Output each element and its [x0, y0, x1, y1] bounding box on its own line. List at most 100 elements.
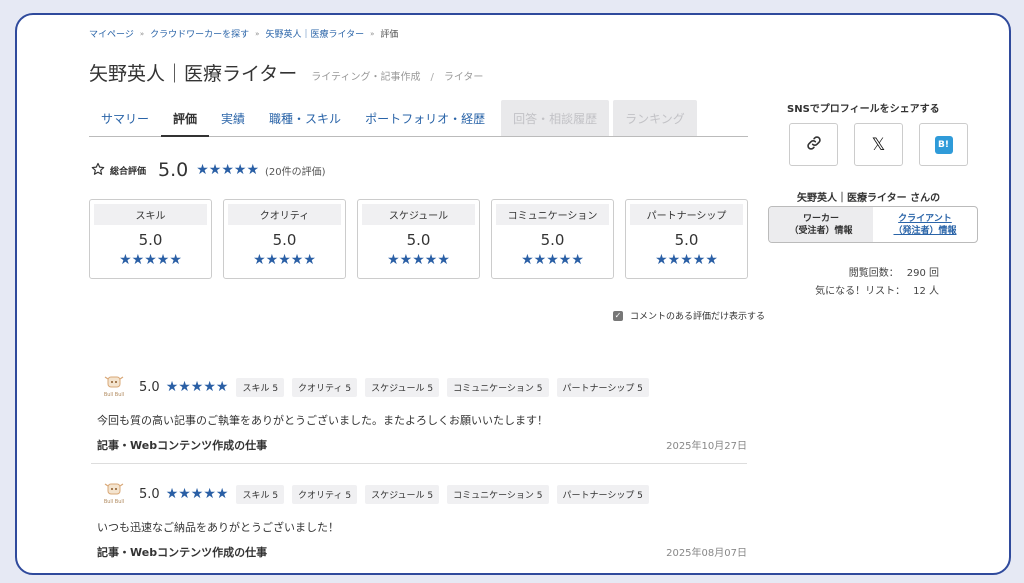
review-stars: ★★★★★: [165, 379, 229, 395]
rating-card-stars: ★★★★★: [253, 252, 316, 268]
overall-stars: ★★★★★: [196, 162, 259, 178]
tab-achievements[interactable]: 実績: [209, 110, 257, 136]
client-avatar[interactable]: Bull Bull: [101, 374, 127, 400]
review-badge-quality: クオリティ 5: [292, 377, 358, 397]
breadcrumb-current: 評価: [380, 30, 399, 40]
stat-value: 290 回: [906, 268, 939, 279]
review-header: Bull Bull 5.0 ★★★★★ スキル 5 クオリティ 5 スケジュール…: [89, 373, 747, 401]
svg-text:Bull Bull: Bull Bull: [104, 392, 124, 398]
review-stars: ★★★★★: [165, 486, 229, 502]
review-date: 2025年08月07日: [666, 548, 747, 559]
category-separator: /: [430, 72, 434, 83]
breadcrumb-separator: »: [139, 29, 145, 38]
review-comment: 今回も質の高い記事のご執筆をありがとうございました。またよろしくお願いいたします…: [97, 414, 548, 427]
bull-mascot-icon: Bull Bull: [104, 483, 124, 505]
review-comment: いつも迅速なご納品をありがとうございました！: [97, 521, 339, 534]
review-job-title: 記事・Webコンテンツ作成の仕事: [97, 546, 268, 559]
bull-mascot-icon: Bull Bull: [104, 376, 124, 398]
checkbox-check-icon[interactable]: ✓: [612, 310, 623, 321]
review-badge-schedule: スケジュール 5: [365, 377, 440, 397]
sns-share-title: SNSでプロフィールをシェアする: [787, 104, 940, 115]
tab-portfolio[interactable]: ポートフォリオ・経歴: [353, 110, 497, 136]
review-job-title: 記事・Webコンテンツ作成の仕事: [97, 439, 268, 452]
review-badge-communication: コミュニケーション 5: [447, 484, 549, 504]
profile-tabs: サマリー 評価 実績 職種・スキル ポートフォリオ・経歴 回答・相談履歴 ランキ…: [89, 100, 748, 137]
overall-label: 総合評価: [110, 166, 147, 177]
breadcrumb: マイページ » クラウドワーカーを探す » 矢野英人｜医療ライター » 評価: [89, 27, 399, 41]
category-ratings: スキル 5.0 ★★★★★ クオリティ 5.0 ★★★★★ スケジュール 5.0…: [89, 199, 748, 279]
profile-subcategory: ライター: [443, 72, 484, 83]
rating-card-title: スキル: [94, 204, 207, 225]
role-line-1: クライアント: [898, 213, 952, 224]
rating-card-score: 5.0: [674, 231, 699, 249]
comment-filter-label: コメントのある評価だけ表示する: [629, 312, 765, 322]
review-footer: 記事・Webコンテンツ作成の仕事 2025年10月27日: [97, 437, 747, 453]
breadcrumb-separator: »: [370, 29, 375, 38]
review-badge-skill: スキル 5: [236, 484, 285, 504]
review-badge-partnership: パートナーシップ 5: [556, 484, 649, 504]
review-item: Bull Bull 5.0 ★★★★★ スキル 5 クオリティ 5 スケジュール…: [89, 373, 747, 453]
rating-card-title: コミュニケーション: [496, 204, 609, 225]
x-logo-icon: 𝕏: [871, 134, 886, 155]
review-divider: [91, 463, 747, 464]
review-badge-communication: コミュニケーション 5: [447, 377, 549, 397]
rating-card-score: 5.0: [272, 231, 297, 249]
tab-skills[interactable]: 職種・スキル: [257, 110, 353, 136]
client-info-link[interactable]: クライアント （発注者）情報: [873, 207, 977, 242]
tab-answers-history: 回答・相談履歴: [501, 100, 610, 136]
review-badge-schedule: スケジュール 5: [365, 484, 440, 504]
review-footer: 記事・Webコンテンツ作成の仕事 2025年08月07日: [97, 544, 747, 560]
page-title: 矢野英人｜医療ライター: [89, 63, 298, 85]
share-hatena-button[interactable]: B!: [919, 123, 968, 166]
rating-card-skill: スキル 5.0 ★★★★★: [89, 199, 212, 279]
breadcrumb-separator: »: [255, 29, 260, 38]
review-score: 5.0: [139, 379, 160, 395]
rating-card-title: パートナーシップ: [630, 204, 743, 225]
breadcrumb-link-find-workers[interactable]: クラウドワーカーを探す: [150, 27, 249, 40]
client-avatar[interactable]: Bull Bull: [101, 481, 127, 507]
rating-card-title: スケジュール: [362, 204, 475, 225]
star-outline-icon: [91, 161, 105, 180]
rating-card-stars: ★★★★★: [387, 252, 450, 268]
rating-card-communication: コミュニケーション 5.0 ★★★★★: [491, 199, 614, 279]
rating-card-score: 5.0: [406, 231, 431, 249]
breadcrumb-link-mypage[interactable]: マイページ: [89, 27, 134, 40]
rating-card-quality: クオリティ 5.0 ★★★★★: [223, 199, 346, 279]
stat-favorites: 気になる！リスト： 12 人: [767, 283, 939, 301]
rating-card-stars: ★★★★★: [119, 252, 182, 268]
review-badge-skill: スキル 5: [236, 377, 285, 397]
worker-info-button[interactable]: ワーカー （受注者）情報: [769, 207, 873, 242]
overall-score: 5.0: [158, 159, 189, 181]
tab-ranking: ランキング: [613, 100, 697, 136]
share-x-button[interactable]: 𝕏: [854, 123, 903, 166]
overall-rating: 総合評価 5.0 ★★★★★ (20件の評価): [91, 159, 326, 181]
rating-card-score: 5.0: [540, 231, 565, 249]
link-icon: [806, 135, 822, 155]
stat-label: 気になる！リスト：: [815, 286, 906, 297]
role-line-2: （発注者）情報: [893, 225, 957, 236]
svg-text:Bull Bull: Bull Bull: [104, 499, 124, 505]
review-item: Bull Bull 5.0 ★★★★★ スキル 5 クオリティ 5 スケジュール…: [89, 480, 747, 560]
user-name-label: 矢野英人｜医療ライター さんの: [797, 193, 941, 204]
review-count: (20件の評価): [265, 166, 326, 178]
page-frame: マイページ » クラウドワーカーを探す » 矢野英人｜医療ライター » 評価 矢…: [15, 13, 1011, 575]
tab-reviews[interactable]: 評価: [161, 110, 210, 137]
tab-summary[interactable]: サマリー: [89, 110, 161, 136]
comment-filter-checkbox[interactable]: ✓ コメントのある評価だけ表示する: [612, 309, 765, 322]
profile-header: 矢野英人｜医療ライター ライティング・記事作成 / ライター: [89, 59, 483, 86]
role-toggle: ワーカー （受注者）情報 クライアント （発注者）情報: [768, 206, 978, 243]
review-header: Bull Bull 5.0 ★★★★★ スキル 5 クオリティ 5 スケジュール…: [89, 480, 747, 508]
hatena-bookmark-icon: B!: [934, 135, 953, 154]
role-line-2: （受注者）情報: [789, 225, 853, 236]
rating-card-stars: ★★★★★: [521, 252, 584, 268]
rating-card-score: 5.0: [138, 231, 163, 249]
copy-link-button[interactable]: [789, 123, 838, 166]
rating-card-title: クオリティ: [228, 204, 341, 225]
rating-card-stars: ★★★★★: [655, 252, 718, 268]
sns-share-buttons: 𝕏 B!: [789, 123, 968, 166]
review-score: 5.0: [139, 486, 160, 502]
rating-card-schedule: スケジュール 5.0 ★★★★★: [357, 199, 480, 279]
profile-category: ライティング・記事作成: [311, 72, 421, 83]
breadcrumb-link-profile[interactable]: 矢野英人｜医療ライター: [265, 27, 364, 40]
review-badge-partnership: パートナーシップ 5: [556, 377, 649, 397]
